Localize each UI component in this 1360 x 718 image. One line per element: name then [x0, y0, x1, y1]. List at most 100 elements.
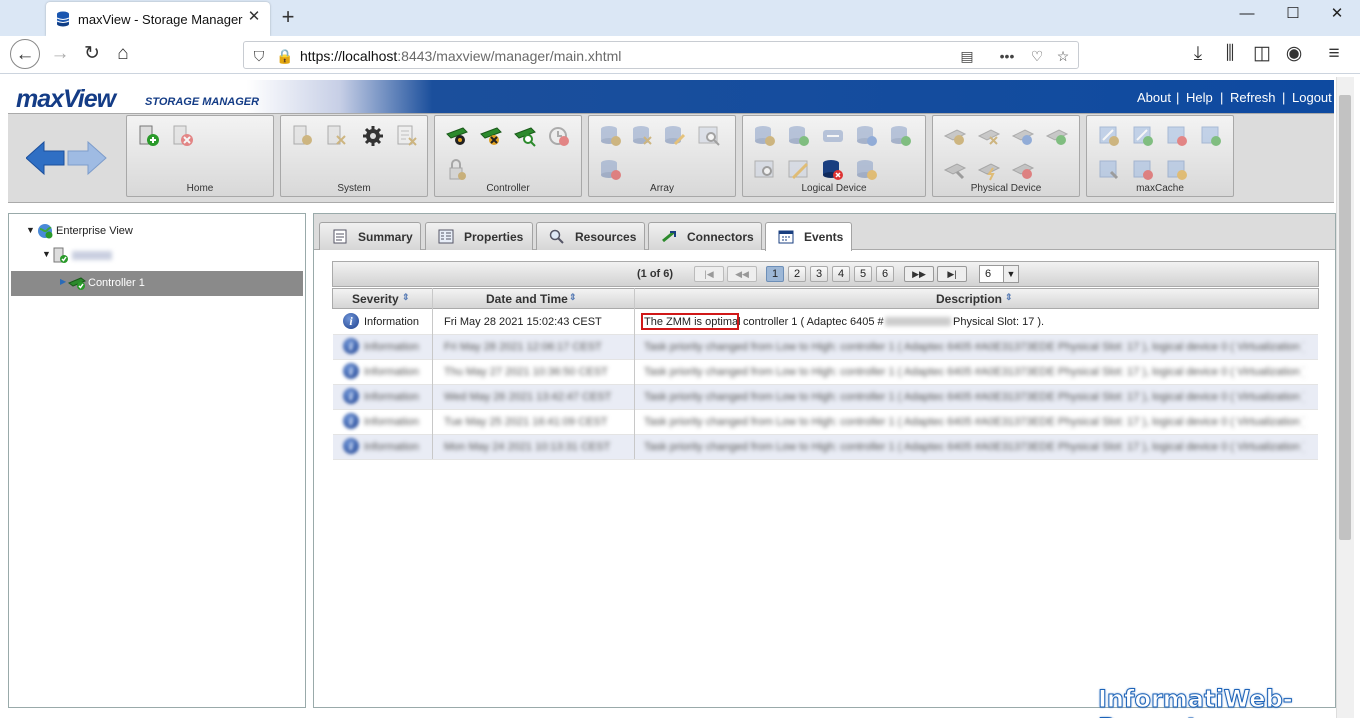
tab-summary[interactable]: Summary [319, 222, 421, 250]
edit-document-icon[interactable] [395, 124, 419, 148]
array-settings-icon[interactable] [599, 124, 623, 148]
page-6-button[interactable]: 6 [876, 266, 894, 282]
cache-delete-icon[interactable] [1131, 158, 1155, 182]
controller-settings-icon[interactable] [445, 124, 469, 148]
controller-delete-icon[interactable] [479, 124, 503, 148]
scrollbar-thumb[interactable] [1339, 95, 1351, 540]
shield-icon[interactable]: ⛉ [248, 45, 270, 67]
logical-settings-icon[interactable] [753, 124, 777, 148]
page-4-button[interactable]: 4 [832, 266, 850, 282]
logical-add-icon[interactable] [787, 124, 811, 148]
next-page-button[interactable]: ▶▶ [904, 266, 934, 282]
disk-add-icon[interactable] [1045, 124, 1069, 148]
table-row[interactable]: i Information Fri May 28 2021 12:06:17 C… [333, 335, 1318, 360]
minimize-button[interactable]: — [1224, 0, 1270, 28]
about-link[interactable]: About [1137, 90, 1171, 105]
expand-arrow-icon[interactable]: ▶ [60, 277, 66, 286]
refresh-link[interactable]: Refresh [1230, 90, 1276, 105]
sort-icon[interactable]: ⇕ [1005, 292, 1013, 303]
logical-cache-add-icon[interactable] [889, 124, 913, 148]
expand-arrow-icon[interactable]: ▼ [26, 225, 35, 235]
table-row[interactable]: i Information Tue May 25 2021 16:41:09 C… [333, 410, 1318, 435]
sort-icon[interactable]: ⇕ [569, 292, 577, 303]
logical-expand-icon[interactable] [821, 124, 845, 148]
remove-system-icon[interactable] [171, 124, 195, 148]
cache-add-icon[interactable] [1131, 124, 1155, 148]
array-edit-icon[interactable] [663, 124, 687, 148]
cache-power-icon[interactable] [1165, 158, 1189, 182]
lock-settings-icon[interactable] [445, 158, 469, 182]
disk-delete-icon[interactable] [1011, 158, 1035, 182]
disk-power-icon[interactable] [1011, 124, 1035, 148]
close-window-button[interactable]: ✕ [1314, 0, 1360, 28]
last-page-button[interactable]: ▶| [937, 266, 967, 282]
add-system-icon[interactable] [137, 124, 161, 148]
pocket-icon[interactable]: ♡ [1026, 45, 1048, 67]
cache-settings-icon[interactable] [1097, 124, 1121, 148]
system-settings-icon[interactable] [291, 124, 315, 148]
menu-icon[interactable]: ≡ [1319, 39, 1349, 69]
page-2-button[interactable]: 2 [788, 266, 806, 282]
logical-search-icon[interactable] [753, 158, 777, 182]
download-icon[interactable]: ⤓ [1183, 39, 1213, 69]
more-actions-icon[interactable]: ••• [996, 45, 1018, 67]
array-tools-icon[interactable] [631, 124, 655, 148]
disk-flash-icon[interactable] [977, 158, 1001, 182]
rows-per-page-select[interactable]: 6 ▼ [979, 265, 1019, 283]
back-button[interactable]: ← [10, 39, 40, 69]
tree-item-controller[interactable]: Controller 1 [88, 277, 145, 289]
logical-refresh-icon[interactable] [855, 124, 879, 148]
column-header-description[interactable]: Description [936, 292, 1002, 306]
reader-view-icon[interactable]: ▤ [956, 45, 978, 67]
close-tab-icon[interactable]: ✕ [244, 7, 264, 27]
sort-icon[interactable]: ⇕ [402, 292, 410, 303]
array-delete-icon[interactable] [599, 158, 623, 182]
disk-tools-icon[interactable] [977, 124, 1001, 148]
disk-search-icon[interactable] [943, 158, 967, 182]
column-header-date[interactable]: Date and Time [486, 292, 568, 306]
tree-item-enterprise-view[interactable]: Enterprise View [56, 225, 133, 237]
system-icon[interactable] [53, 247, 69, 264]
bookmark-star-icon[interactable]: ☆ [1052, 45, 1074, 67]
tab-properties[interactable]: Properties [425, 222, 533, 250]
navigation-arrows-icon[interactable] [26, 138, 108, 178]
table-row[interactable]: i Information Mon May 24 2021 10:13:31 C… [333, 435, 1318, 460]
expand-arrow-icon[interactable]: ▼ [42, 249, 51, 259]
alarm-clock-icon[interactable] [547, 124, 571, 148]
disk-settings-icon[interactable] [943, 124, 967, 148]
page-1-button[interactable]: 1 [766, 266, 784, 282]
cache-search-icon[interactable] [1097, 158, 1121, 182]
maximize-button[interactable]: ☐ [1270, 0, 1316, 28]
tab-connectors[interactable]: Connectors [648, 222, 762, 250]
column-header-severity[interactable]: Severity [352, 292, 399, 306]
tab-events[interactable]: Events [765, 222, 852, 251]
help-link[interactable]: Help [1186, 90, 1213, 105]
cache-disable-icon[interactable] [1165, 124, 1189, 148]
browser-tab[interactable]: maxView - Storage Manager ✕ [46, 2, 270, 36]
page-3-button[interactable]: 3 [810, 266, 828, 282]
home-button[interactable]: ⌂ [108, 39, 138, 69]
forward-button[interactable]: → [45, 39, 75, 69]
sidebar-icon[interactable]: ◫ [1247, 39, 1277, 69]
first-page-button[interactable]: |◀ [694, 266, 724, 282]
lock-warning-icon[interactable]: 🔒 [274, 45, 296, 67]
new-tab-button[interactable]: + [276, 4, 300, 30]
table-row[interactable]: i Information Wed May 26 2021 13:42:47 C… [333, 385, 1318, 410]
page-5-button[interactable]: 5 [854, 266, 872, 282]
table-row[interactable]: i Information Fri May 28 2021 15:02:43 C… [333, 310, 1318, 335]
table-row[interactable]: i Information Thu May 27 2021 10:36:50 C… [333, 360, 1318, 385]
library-icon[interactable]: ⫼ [1215, 39, 1245, 69]
tree-selected-row[interactable] [11, 271, 303, 296]
controller-search-icon[interactable] [513, 124, 537, 148]
cache-plus-icon[interactable] [1199, 124, 1223, 148]
account-icon[interactable]: ◉ [1279, 39, 1309, 69]
array-search-icon[interactable] [697, 124, 721, 148]
tab-resources[interactable]: Resources [536, 222, 645, 250]
reload-button[interactable]: ↻ [77, 39, 107, 69]
chevron-down-icon[interactable]: ▼ [1003, 266, 1018, 282]
logout-link[interactable]: Logout [1292, 90, 1332, 105]
system-tools-icon[interactable] [325, 124, 349, 148]
gear-icon[interactable] [361, 124, 385, 148]
logical-edit-icon[interactable] [787, 158, 811, 182]
previous-page-button[interactable]: ◀◀ [727, 266, 757, 282]
